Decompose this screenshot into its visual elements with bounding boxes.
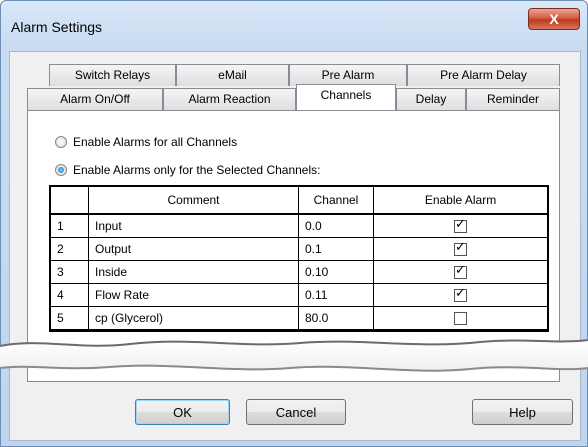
table-row[interactable]: 2 Output 0.1 [51,238,547,261]
tab-alarm-reaction[interactable]: Alarm Reaction [163,88,296,110]
enable-alarm-cell [374,284,547,306]
tab-alarm-on-off[interactable]: Alarm On/Off [27,88,163,110]
comment-cell[interactable]: Inside [89,261,299,283]
comment-cell[interactable]: cp (Glycerol) [89,307,299,329]
help-button[interactable]: Help [472,399,573,425]
tab-label: Alarm Reaction [188,92,271,106]
channel-cell[interactable]: 80.0 [299,307,374,329]
enable-alarm-cell [374,307,547,329]
radio-button-icon[interactable] [55,136,67,148]
row-number: 1 [51,215,89,237]
radio-label: Enable Alarms only for the Selected Chan… [73,163,321,177]
tab-switch-relays[interactable]: Switch Relays [49,64,176,86]
column-header-channel[interactable]: Channel [299,187,374,213]
tab-channels[interactable]: Channels [296,84,396,110]
ok-button-label: OK [173,404,192,420]
table-row[interactable]: 3 Inside 0.10 [51,261,547,284]
tab-label: Alarm On/Off [60,92,130,106]
tab-pre-alarm[interactable]: Pre Alarm [289,64,407,86]
row-number: 4 [51,284,89,306]
help-button-label: Help [509,404,536,420]
tab-delay[interactable]: Delay [396,88,466,110]
channel-cell[interactable]: 0.0 [299,215,374,237]
tab-label: Delay [415,92,447,106]
table-row[interactable]: 5 cp (Glycerol) 80.0 [51,307,547,330]
ok-button[interactable]: OK [135,399,230,425]
grid-corner-cell [51,187,89,213]
radio-all-channels[interactable]: Enable Alarms for all Channels [55,135,237,149]
row-number: 2 [51,238,89,260]
radio-button-selected-icon[interactable] [55,164,67,176]
grid-header-row: Comment Channel Enable Alarm [51,187,547,215]
tab-reminder[interactable]: Reminder [466,88,560,110]
channels-grid: Comment Channel Enable Alarm 1 Input 0.0… [49,185,549,332]
tab-label: Channels [320,88,372,102]
radio-selected-channels[interactable]: Enable Alarms only for the Selected Chan… [55,163,320,177]
tab-pre-alarm-delay[interactable]: Pre Alarm Delay [407,64,560,86]
tab-label: Pre Alarm Delay [440,68,527,82]
comment-cell[interactable]: Input [89,215,299,237]
row-number: 5 [51,307,89,329]
table-row[interactable]: 1 Input 0.0 [51,215,547,238]
close-icon: X [549,11,559,27]
tab-email[interactable]: eMail [176,64,289,86]
table-row[interactable]: 4 Flow Rate 0.11 [51,284,547,307]
row-number: 3 [51,261,89,283]
enable-alarm-checkbox[interactable] [454,263,467,279]
window-title: Alarm Settings [11,19,103,35]
radio-label: Enable Alarms for all Channels [73,135,238,149]
tab-label: Switch Relays [74,68,151,82]
enable-alarm-cell [374,215,547,237]
enable-alarm-checkbox[interactable] [454,240,467,256]
cancel-button[interactable]: Cancel [246,399,346,425]
cancel-button-label: Cancel [275,404,317,420]
column-header-enable-alarm[interactable]: Enable Alarm [374,187,547,213]
enable-alarm-checkbox[interactable] [454,286,467,302]
tab-label: eMail [218,68,247,82]
channel-cell[interactable]: 0.10 [299,261,374,283]
enable-alarm-checkbox[interactable] [454,311,467,325]
enable-alarm-cell [374,261,547,283]
close-button[interactable]: X [528,8,580,30]
comment-cell[interactable]: Flow Rate [89,284,299,306]
comment-cell[interactable]: Output [89,238,299,260]
column-header-comment[interactable]: Comment [89,187,299,213]
channel-cell[interactable]: 0.1 [299,238,374,260]
enable-alarm-cell [374,238,547,260]
tab-label: Reminder [486,92,540,106]
torn-edge-break [0,339,588,372]
channel-cell[interactable]: 0.11 [299,284,374,306]
tab-label: Pre Alarm [321,68,375,82]
enable-alarm-checkbox[interactable] [454,217,467,233]
